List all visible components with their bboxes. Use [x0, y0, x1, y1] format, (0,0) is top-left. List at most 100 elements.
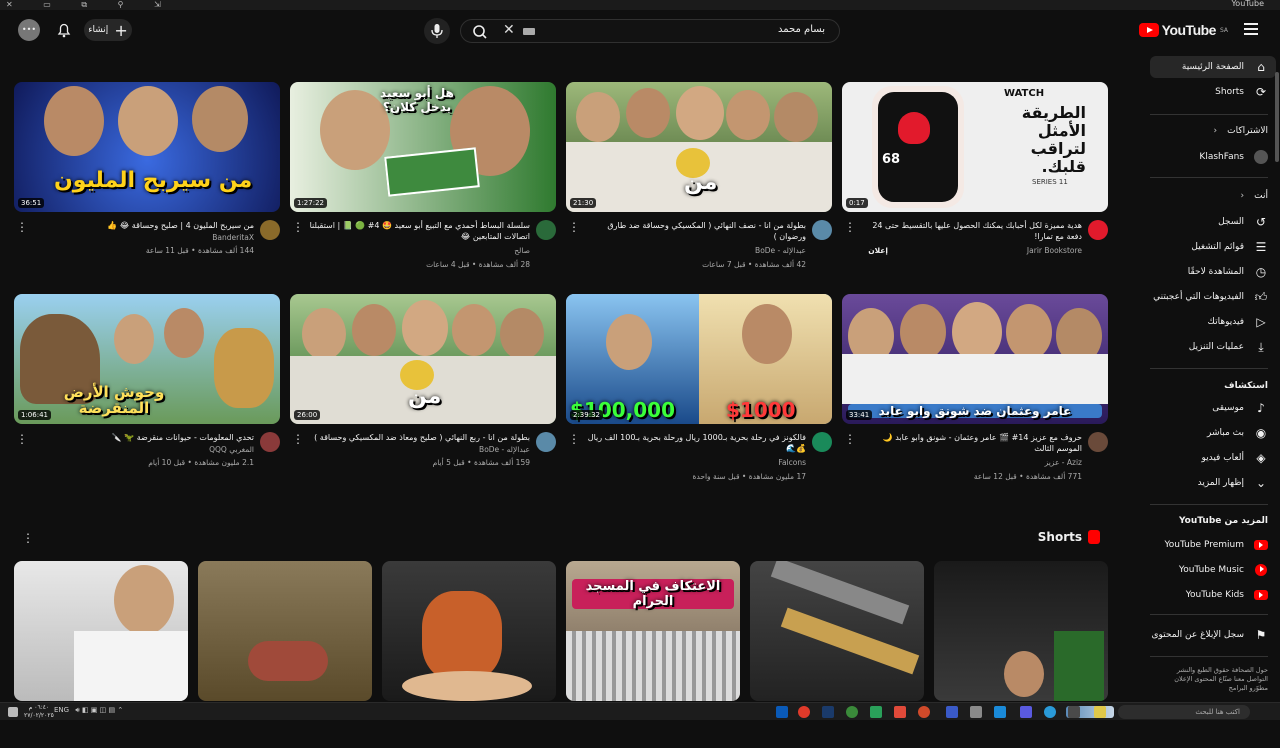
short-card[interactable] [198, 561, 372, 701]
more-options-icon[interactable]: ⋮ [292, 220, 304, 234]
sidebar-item-report-history[interactable]: ⚑ سجل الإبلاغ عن المحتوى [1150, 624, 1276, 646]
channel-name[interactable]: Falcons [778, 458, 806, 467]
footer-line[interactable]: حول الصحافة حقوق الطبع والنشر [1150, 666, 1268, 675]
short-card[interactable] [14, 561, 188, 701]
footer-line[interactable]: مطوّرو البرامج [1150, 684, 1268, 693]
sidebar-item-youtube-music[interactable]: YouTube Music [1150, 559, 1276, 581]
video-title[interactable]: هدية مميزة لكل أحبابك يمكنك الحصول عليها… [857, 220, 1082, 242]
video-title[interactable]: سلسلة البساط أحمدي مع التبيع أبو سعيد 🤩 … [305, 220, 530, 242]
short-card[interactable] [382, 561, 556, 701]
notification-icon[interactable] [8, 707, 18, 717]
more-options-icon[interactable]: ⋮ [16, 220, 28, 234]
video-title[interactable]: من سيربح المليون 4 | صليح وحساقة 😂 👍 [29, 220, 254, 231]
sidebar-item-gaming[interactable]: ◈ ألعاب فيديو [1150, 447, 1276, 469]
scrollbar[interactable] [1274, 68, 1280, 748]
channel-avatar[interactable] [536, 432, 556, 452]
taskbar-app-icon[interactable] [776, 706, 788, 718]
sidebar-item-youtube-premium[interactable]: YouTube Premium [1150, 534, 1276, 556]
channel-name[interactable]: BanderitaX [212, 233, 254, 242]
footer-links[interactable]: حول الصحافة حقوق الطبع والنشر التواصل مع… [1150, 666, 1268, 693]
footer-line[interactable]: التواصل معنا صنّاع المحتوى الإعلان [1150, 675, 1268, 684]
taskbar-app-icon[interactable] [846, 706, 858, 718]
taskbar-app-icon[interactable] [894, 706, 906, 718]
taskbar-search[interactable]: اكتب هنا للبحث [1118, 705, 1250, 719]
video-thumbnail[interactable]: من سيربح المليون 36:51 [14, 82, 280, 212]
more-options-icon[interactable]: ⋮ [844, 220, 856, 234]
sidebar-item-your-videos[interactable]: ▷ فيديوهاتك [1150, 311, 1276, 333]
channel-avatar[interactable] [536, 220, 556, 240]
video-thumbnail[interactable]: هل أبو سعيد يدخل كلان؟ 1:27:22 [290, 82, 556, 212]
youtube-logo[interactable]: YouTube SA [1138, 20, 1228, 40]
taskbar-clock[interactable]: ٠٦:٤٠ م ٢٧/٠٢/٢٠٢٥ [24, 704, 54, 720]
taskbar-app-icon[interactable] [1094, 706, 1106, 718]
taskbar-app-icon[interactable] [1068, 706, 1080, 718]
channel-avatar[interactable] [812, 220, 832, 240]
sidebar-item-home[interactable]: ⌂ الصفحة الرئيسية [1150, 56, 1276, 78]
taskbar-app-icon[interactable] [1020, 706, 1032, 718]
channel-avatar[interactable] [260, 432, 280, 452]
sidebar-item-klashfans[interactable]: KlashFans [1150, 146, 1276, 168]
account-avatar[interactable]: ••• [18, 19, 40, 41]
channel-avatar[interactable] [260, 220, 280, 240]
taskbar-app-icon[interactable] [798, 706, 810, 718]
system-tray[interactable]: ENG 🔊︎ ◧ ▣ ◫ ▤ ⌃ [54, 706, 123, 715]
sidebar-item-music[interactable]: ♪ موسيقى [1150, 397, 1276, 419]
more-options-icon[interactable]: ⋮ [292, 432, 304, 446]
taskbar-app-icon[interactable] [1044, 706, 1056, 718]
short-card[interactable]: الاعتكاف في المسجد الحرام [566, 561, 740, 701]
video-title[interactable]: حروف مع عزيز 14# 🎬 عامر وعثمان - شونق وا… [857, 432, 1082, 454]
video-title[interactable]: بطولة من انا - ربع النهائي ( صليح ومعاذ … [305, 432, 530, 443]
channel-name[interactable]: Aziz - عزيز [1045, 458, 1082, 467]
channel-name[interactable]: Jarir Bookstore [1027, 246, 1082, 255]
channel-name[interactable]: صالح [514, 246, 530, 255]
menu-icon[interactable] [1244, 23, 1258, 35]
sidebar-item-youtube-kids[interactable]: YouTube Kids [1150, 584, 1276, 606]
shorts-more-options-icon[interactable]: ⋮ [22, 531, 34, 545]
sidebar-item-history[interactable]: ↺ السجل [1150, 211, 1276, 233]
window-controls[interactable]: ✕ ▭ ⧉ ⚲ ⇲ [6, 0, 175, 10]
clear-search-icon[interactable]: ✕ [503, 22, 515, 38]
tray-icons[interactable]: 🔊︎ ◧ ▣ ◫ ▤ ⌃ [75, 706, 123, 714]
sidebar-item-live[interactable]: ◉ بث مباشر [1150, 422, 1276, 444]
taskbar-app-icon[interactable] [870, 706, 882, 718]
sidebar-item-downloads[interactable]: ⤓ عمليات التنزيل [1150, 336, 1276, 358]
more-options-icon[interactable]: ⋮ [844, 432, 856, 446]
more-options-icon[interactable]: ⋮ [568, 220, 580, 234]
sidebar-item-liked[interactable]: 👍︎ الفيديوهات التي أعجبتني [1150, 286, 1276, 308]
channel-name[interactable]: المغربي QQQ [209, 445, 254, 454]
taskbar-app-icon[interactable] [970, 706, 982, 718]
sidebar-item-playlists[interactable]: ☰ قوائم التشغيل [1150, 236, 1276, 258]
taskbar-app-icon[interactable] [994, 706, 1006, 718]
video-thumbnail[interactable]: من 26:00 [290, 294, 556, 424]
keyboard-icon[interactable] [523, 28, 535, 35]
video-thumbnail[interactable]: 68 WATCH الطريقة الأمثل لتراقب قلبك. SER… [842, 82, 1108, 212]
taskbar-app-icon[interactable] [946, 706, 958, 718]
video-title[interactable]: فالكونز في رحلة بحرية بـ1000 ريال ورحلة … [581, 432, 806, 454]
short-card[interactable] [934, 561, 1108, 701]
taskbar-app-icon[interactable] [822, 706, 834, 718]
more-options-icon[interactable]: ⋮ [16, 432, 28, 446]
channel-avatar[interactable] [1088, 432, 1108, 452]
search-box[interactable]: ✕ بسام محمد [460, 19, 840, 43]
notifications-button[interactable] [54, 20, 74, 40]
sidebar-item-shorts[interactable]: ⟳ Shorts [1150, 81, 1276, 103]
taskbar-app-icon[interactable] [918, 706, 930, 718]
sidebar-item-watch-later[interactable]: ◷ المشاهدة لاحقًا [1150, 261, 1276, 283]
video-thumbnail[interactable]: عامر وعثمان ضد شونق وابو عابد 33:41 [842, 294, 1108, 424]
short-card[interactable] [750, 561, 924, 701]
search-button[interactable] [467, 23, 493, 41]
video-title[interactable]: تحدي المعلومات - حيوانات منقرضة 🦖 🔪 [29, 432, 254, 443]
video-title[interactable]: بطولة من انا - نصف النهائي ( المكسيكي وح… [581, 220, 806, 242]
sidebar-item-show-more[interactable]: ⌄ إظهار المزيد [1150, 472, 1276, 494]
voice-search-button[interactable] [424, 18, 450, 44]
create-button[interactable]: + إنشاء [84, 19, 132, 41]
language-indicator[interactable]: ENG [54, 706, 69, 714]
channel-avatar[interactable] [1088, 220, 1108, 240]
channel-avatar[interactable] [812, 432, 832, 452]
video-thumbnail[interactable]: $100,000 $1000 2:39:32 [566, 294, 832, 424]
video-thumbnail[interactable]: من 21:30 [566, 82, 832, 212]
sidebar-you-header[interactable]: أنت ‹ [1150, 185, 1276, 207]
search-input[interactable]: بسام محمد [778, 24, 825, 35]
more-options-icon[interactable]: ⋮ [568, 432, 580, 446]
video-thumbnail[interactable]: وحوش الأرض المنقرضة 1:06:41 [14, 294, 280, 424]
